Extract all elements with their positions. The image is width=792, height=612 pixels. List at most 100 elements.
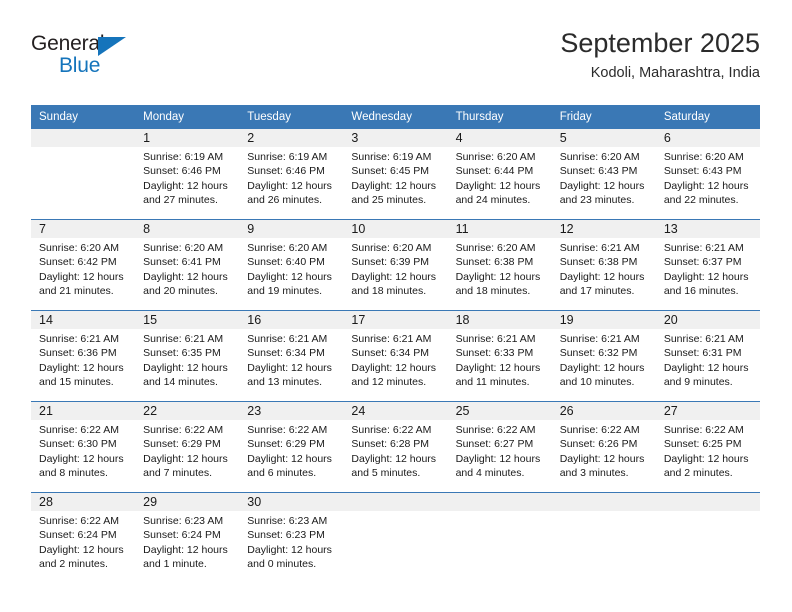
- day-number-band: 15: [135, 311, 240, 329]
- sunrise-text: Sunrise: 6:21 AM: [663, 242, 744, 254]
- sunset-text: Sunset: 6:39 PM: [351, 256, 430, 269]
- day-number: 17: [351, 313, 366, 327]
- day-cell[interactable]: 30 Sunrise: 6:23 AM Sunset: 6:23 PM Dayl…: [239, 493, 344, 583]
- day-cell[interactable]: 5 Sunrise: 6:20 AM Sunset: 6:43 PM Dayli…: [551, 129, 656, 219]
- day-cell[interactable]: 13 Sunrise: 6:21 AM Sunset: 6:37 PM Dayl…: [655, 220, 760, 310]
- day-cell[interactable]: 2 Sunrise: 6:19 AM Sunset: 6:46 PM Dayli…: [239, 129, 344, 219]
- day-number-band: [31, 129, 136, 147]
- day-number: 12: [559, 222, 574, 236]
- day-cell[interactable]: 24 Sunrise: 6:22 AM Sunset: 6:28 PM Dayl…: [343, 402, 448, 492]
- day-details: Sunrise: 6:21 AM Sunset: 6:38 PM Dayligh…: [552, 238, 656, 299]
- day-cell[interactable]: 21 Sunrise: 6:22 AM Sunset: 6:30 PM Dayl…: [31, 402, 136, 492]
- general-blue-logo[interactable]: General Blue: [31, 32, 151, 84]
- daylight-text-line2: and 25 minutes.: [351, 194, 427, 207]
- day-number: 25: [455, 404, 470, 418]
- sunrise-text: Sunrise: 6:20 AM: [663, 151, 744, 163]
- day-cell[interactable]: 10 Sunrise: 6:20 AM Sunset: 6:39 PM Dayl…: [343, 220, 448, 310]
- sunrise-text: Sunrise: 6:20 AM: [455, 151, 536, 163]
- sunset-text: Sunset: 6:36 PM: [39, 347, 117, 360]
- daylight-text-line1: Daylight: 12 hours: [663, 179, 749, 192]
- day-details: Sunrise: 6:20 AM Sunset: 6:44 PM Dayligh…: [448, 147, 552, 208]
- day-cell[interactable]: 20 Sunrise: 6:21 AM Sunset: 6:31 PM Dayl…: [655, 311, 760, 401]
- day-cell[interactable]: 27 Sunrise: 6:22 AM Sunset: 6:25 PM Dayl…: [655, 402, 760, 492]
- day-cell[interactable]: 28 Sunrise: 6:22 AM Sunset: 6:24 PM Dayl…: [31, 493, 136, 583]
- day-details: Sunrise: 6:21 AM Sunset: 6:32 PM Dayligh…: [552, 329, 656, 390]
- daylight-text-line2: and 2 minutes.: [663, 467, 733, 480]
- sunrise-text: Sunrise: 6:20 AM: [143, 242, 224, 254]
- day-cell[interactable]: 18 Sunrise: 6:21 AM Sunset: 6:33 PM Dayl…: [447, 311, 552, 401]
- day-details: Sunrise: 6:21 AM Sunset: 6:31 PM Dayligh…: [656, 329, 760, 390]
- day-cell[interactable]: 14 Sunrise: 6:21 AM Sunset: 6:36 PM Dayl…: [31, 311, 136, 401]
- day-number-band: 13: [655, 220, 760, 238]
- sunrise-text: Sunrise: 6:21 AM: [663, 333, 744, 345]
- daylight-text-line2: and 26 minutes.: [247, 194, 322, 207]
- day-number: 22: [143, 404, 158, 418]
- day-number: 4: [455, 131, 463, 145]
- day-details: Sunrise: 6:21 AM Sunset: 6:35 PM Dayligh…: [135, 329, 239, 390]
- day-number-band: 24: [343, 402, 448, 420]
- day-number-band: 16: [239, 311, 344, 329]
- sunset-text: Sunset: 6:42 PM: [39, 256, 117, 269]
- daylight-text-line1: Daylight: 12 hours: [559, 361, 645, 374]
- sunset-text: Sunset: 6:44 PM: [455, 165, 534, 178]
- daylight-text-line1: Daylight: 12 hours: [351, 179, 437, 192]
- week-row: 14 Sunrise: 6:21 AM Sunset: 6:36 PM Dayl…: [31, 310, 760, 401]
- logo-text-blue: Blue: [59, 54, 101, 77]
- daylight-text-line2: and 14 minutes.: [143, 376, 218, 389]
- day-cell[interactable]: 7 Sunrise: 6:20 AM Sunset: 6:42 PM Dayli…: [31, 220, 136, 310]
- sunset-text: Sunset: 6:38 PM: [455, 256, 534, 269]
- day-cell[interactable]: 25 Sunrise: 6:22 AM Sunset: 6:27 PM Dayl…: [447, 402, 552, 492]
- daylight-text-line2: and 7 minutes.: [143, 467, 213, 480]
- day-details: [31, 147, 135, 150]
- daylight-text-line2: and 22 minutes.: [663, 194, 739, 207]
- daylight-text-line2: and 20 minutes.: [143, 285, 218, 298]
- day-details: Sunrise: 6:19 AM Sunset: 6:46 PM Dayligh…: [135, 147, 239, 208]
- day-cell[interactable]: 26 Sunrise: 6:22 AM Sunset: 6:26 PM Dayl…: [551, 402, 656, 492]
- page-subtitle-location: Kodoli, Maharashtra, India: [590, 65, 760, 81]
- sunset-text: Sunset: 6:24 PM: [39, 529, 117, 542]
- day-cell[interactable]: 8 Sunrise: 6:20 AM Sunset: 6:41 PM Dayli…: [135, 220, 240, 310]
- daylight-text-line1: Daylight: 12 hours: [663, 270, 749, 283]
- day-details: Sunrise: 6:23 AM Sunset: 6:23 PM Dayligh…: [239, 511, 343, 572]
- day-cell[interactable]: 6 Sunrise: 6:20 AM Sunset: 6:43 PM Dayli…: [655, 129, 760, 219]
- sunset-text: Sunset: 6:24 PM: [143, 529, 221, 542]
- day-details: Sunrise: 6:20 AM Sunset: 6:41 PM Dayligh…: [135, 238, 239, 299]
- daylight-text-line2: and 24 minutes.: [455, 194, 531, 207]
- day-cell[interactable]: 29 Sunrise: 6:23 AM Sunset: 6:24 PM Dayl…: [135, 493, 240, 583]
- day-cell[interactable]: 4 Sunrise: 6:20 AM Sunset: 6:44 PM Dayli…: [447, 129, 552, 219]
- day-number-band: 5: [551, 129, 656, 147]
- daylight-text-line2: and 18 minutes.: [351, 285, 427, 298]
- day-cell[interactable]: 19 Sunrise: 6:21 AM Sunset: 6:32 PM Dayl…: [551, 311, 656, 401]
- day-details: Sunrise: 6:19 AM Sunset: 6:45 PM Dayligh…: [343, 147, 447, 208]
- day-cell[interactable]: 1 Sunrise: 6:19 AM Sunset: 6:46 PM Dayli…: [135, 129, 240, 219]
- day-number-band: 3: [343, 129, 448, 147]
- sunset-text: Sunset: 6:46 PM: [143, 165, 221, 178]
- day-number: 29: [143, 495, 158, 509]
- day-cell[interactable]: 11 Sunrise: 6:20 AM Sunset: 6:38 PM Dayl…: [447, 220, 552, 310]
- day-cell[interactable]: 17 Sunrise: 6:21 AM Sunset: 6:34 PM Dayl…: [343, 311, 448, 401]
- sunrise-text: Sunrise: 6:22 AM: [559, 424, 640, 436]
- day-number-band: [447, 493, 552, 511]
- day-number-band: 30: [239, 493, 344, 511]
- day-number-band: 21: [31, 402, 136, 420]
- sunrise-text: Sunrise: 6:21 AM: [559, 242, 640, 254]
- sunrise-text: Sunrise: 6:20 AM: [559, 151, 640, 163]
- day-cell[interactable]: 16 Sunrise: 6:21 AM Sunset: 6:34 PM Dayl…: [239, 311, 344, 401]
- day-cell[interactable]: 22 Sunrise: 6:22 AM Sunset: 6:29 PM Dayl…: [135, 402, 240, 492]
- day-cell[interactable]: 12 Sunrise: 6:21 AM Sunset: 6:38 PM Dayl…: [551, 220, 656, 310]
- day-number-band: 8: [135, 220, 240, 238]
- day-cell[interactable]: 9 Sunrise: 6:20 AM Sunset: 6:40 PM Dayli…: [239, 220, 344, 310]
- day-details: [343, 511, 447, 514]
- day-details: Sunrise: 6:20 AM Sunset: 6:43 PM Dayligh…: [656, 147, 760, 208]
- day-cell[interactable]: 3 Sunrise: 6:19 AM Sunset: 6:45 PM Dayli…: [343, 129, 448, 219]
- daylight-text-line1: Daylight: 12 hours: [143, 270, 228, 283]
- day-cell[interactable]: 15 Sunrise: 6:21 AM Sunset: 6:35 PM Dayl…: [135, 311, 240, 401]
- day-number: 18: [455, 313, 470, 327]
- daylight-text-line2: and 2 minutes.: [39, 558, 108, 571]
- day-cell[interactable]: 23 Sunrise: 6:22 AM Sunset: 6:29 PM Dayl…: [239, 402, 344, 492]
- daylight-text-line1: Daylight: 12 hours: [455, 361, 541, 374]
- sunrise-text: Sunrise: 6:22 AM: [351, 424, 432, 436]
- day-number-band: 19: [551, 311, 656, 329]
- sunset-text: Sunset: 6:28 PM: [351, 438, 430, 451]
- sunset-text: Sunset: 6:29 PM: [143, 438, 221, 451]
